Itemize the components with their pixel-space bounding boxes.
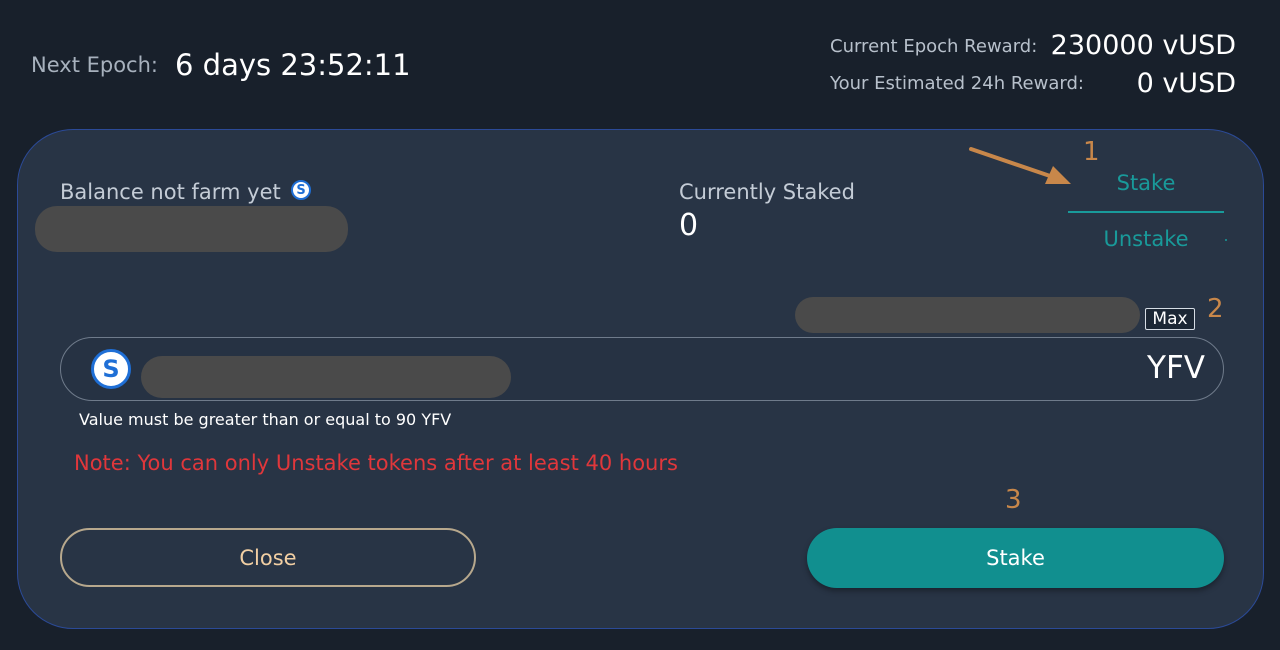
yfv-token-icon: S <box>91 349 131 389</box>
annotation-number-2: 2 <box>1207 294 1224 324</box>
amount-unit-label: YFV <box>1147 350 1205 386</box>
redacted-amount <box>141 356 511 398</box>
tab-stake-underline <box>1068 211 1224 213</box>
stake-button[interactable]: Stake <box>807 528 1224 588</box>
min-value-hint: Value must be greater than or equal to 9… <box>79 410 452 429</box>
max-button[interactable]: Max <box>1145 308 1195 330</box>
redacted-balance <box>35 206 348 252</box>
currently-staked-label: Currently Staked <box>679 180 855 204</box>
tab-indicator-dot <box>1225 239 1227 241</box>
balance-label: Balance not farm yet <box>60 180 281 204</box>
tab-unstake[interactable]: Unstake <box>1068 227 1224 251</box>
redacted-available-balance <box>795 297 1140 333</box>
annotation-number-3: 3 <box>1005 485 1022 515</box>
next-epoch-countdown: 6 days 23:52:11 <box>175 48 411 82</box>
annotation-number-1: 1 <box>1083 137 1100 167</box>
estimated-reward-label: Your Estimated 24h Reward: <box>830 73 1084 94</box>
next-epoch-label: Next Epoch: <box>31 53 158 77</box>
tab-stake[interactable]: Stake <box>1068 171 1224 195</box>
current-epoch-reward-label: Current Epoch Reward: <box>830 36 1038 57</box>
currently-staked-value: 0 <box>679 208 699 243</box>
page: Next Epoch: 6 days 23:52:11 Current Epoc… <box>0 0 1280 650</box>
unstake-note: Note: You can only Unstake tokens after … <box>74 451 678 475</box>
estimated-reward-value: 0 vUSD <box>1136 68 1236 99</box>
close-button[interactable]: Close <box>60 528 476 587</box>
current-epoch-reward-value: 230000 vUSD <box>1050 30 1236 61</box>
annotation-arrow-icon <box>969 147 1071 184</box>
yfv-token-icon: S <box>291 180 311 200</box>
